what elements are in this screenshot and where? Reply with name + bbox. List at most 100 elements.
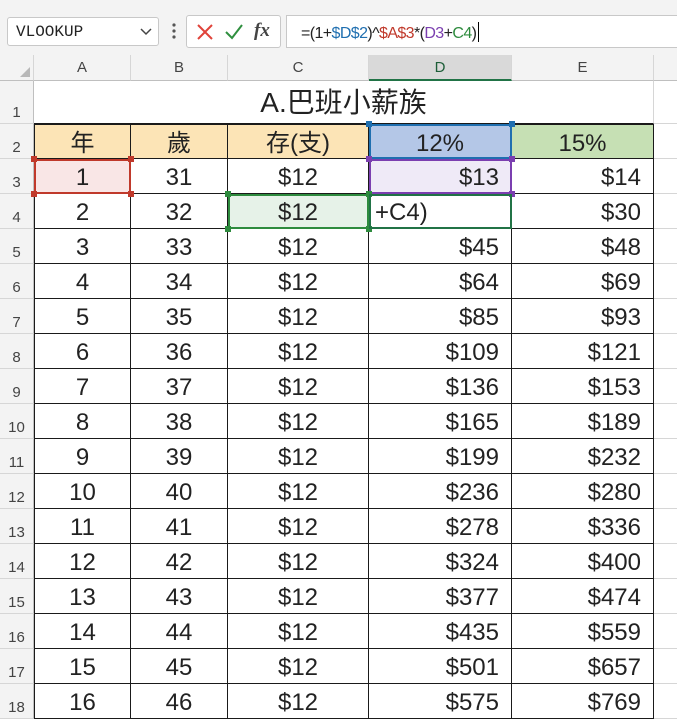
x-icon[interactable]: [195, 22, 215, 42]
cell-e4[interactable]: $30: [512, 194, 654, 229]
select-all-corner[interactable]: [0, 55, 34, 81]
row-header-6[interactable]: 6: [0, 264, 34, 299]
cell-a18[interactable]: 16: [34, 684, 131, 719]
cell-e15[interactable]: $474: [512, 579, 654, 614]
cell-b14[interactable]: 42: [131, 544, 228, 579]
row-header-2[interactable]: 2: [0, 124, 34, 159]
cell-c4[interactable]: $12: [228, 194, 369, 229]
cell-e7[interactable]: $93: [512, 299, 654, 334]
cell-e14[interactable]: $400: [512, 544, 654, 579]
cell-e2[interactable]: 15%: [512, 124, 654, 159]
cell-b6[interactable]: 34: [131, 264, 228, 299]
cell-c6[interactable]: $12: [228, 264, 369, 299]
cell-b13[interactable]: 41: [131, 509, 228, 544]
cell-c7[interactable]: $12: [228, 299, 369, 334]
cell-c15[interactable]: $12: [228, 579, 369, 614]
check-icon[interactable]: [224, 22, 244, 42]
row-header-17[interactable]: 17: [0, 649, 34, 684]
cell-d14[interactable]: $324: [369, 544, 512, 579]
grid-cell-f[interactable]: [654, 194, 677, 229]
grid-cell-f[interactable]: [654, 404, 677, 439]
resize-handle[interactable]: [366, 191, 372, 197]
row-header-14[interactable]: 14: [0, 544, 34, 579]
row-header-10[interactable]: 10: [0, 404, 34, 439]
row-header-16[interactable]: 16: [0, 614, 34, 649]
formula-input[interactable]: =(1+$D$2)^$A$3*(D3+C4): [286, 15, 677, 48]
grid-cell-f[interactable]: [654, 369, 677, 404]
resize-handle[interactable]: [128, 156, 134, 162]
cell-a9[interactable]: 7: [34, 369, 131, 404]
resize-handle[interactable]: [509, 156, 515, 162]
resize-handle[interactable]: [366, 156, 372, 162]
cell-c18[interactable]: $12: [228, 684, 369, 719]
row-header-18[interactable]: 18: [0, 684, 34, 719]
grid-cell-f[interactable]: [654, 299, 677, 334]
cell-d7[interactable]: $85: [369, 299, 512, 334]
row-header-12[interactable]: 12: [0, 474, 34, 509]
grid-cell-f[interactable]: [654, 544, 677, 579]
cell-a2[interactable]: 年: [34, 124, 131, 159]
cell-b3[interactable]: 31: [131, 159, 228, 194]
cell-c13[interactable]: $12: [228, 509, 369, 544]
cell-a14[interactable]: 12: [34, 544, 131, 579]
cell-e18[interactable]: $769: [512, 684, 654, 719]
cell-a11[interactable]: 9: [34, 439, 131, 474]
column-header-f[interactable]: [654, 55, 677, 81]
cell-b16[interactable]: 44: [131, 614, 228, 649]
cell-b11[interactable]: 39: [131, 439, 228, 474]
cell-d11[interactable]: $199: [369, 439, 512, 474]
grid-cell-f[interactable]: [654, 614, 677, 649]
row-header-11[interactable]: 11: [0, 439, 34, 474]
grid-cell-f[interactable]: [654, 439, 677, 474]
cell-a12[interactable]: 10: [34, 474, 131, 509]
cell-d17[interactable]: $501: [369, 649, 512, 684]
cell-e13[interactable]: $336: [512, 509, 654, 544]
cell-e12[interactable]: $280: [512, 474, 654, 509]
row-header-4[interactable]: 4: [0, 194, 34, 229]
resize-handle[interactable]: [31, 156, 37, 162]
more-options-icon[interactable]: [170, 20, 178, 42]
column-header-b[interactable]: B: [131, 55, 228, 81]
column-header-a[interactable]: A: [34, 55, 131, 81]
grid-cell-f[interactable]: [654, 684, 677, 719]
cell-b4[interactable]: 32: [131, 194, 228, 229]
insert-function-button[interactable]: fx: [254, 20, 270, 42]
cell-b2[interactable]: 歲: [131, 124, 228, 159]
resize-handle[interactable]: [509, 191, 515, 197]
cell-b7[interactable]: 35: [131, 299, 228, 334]
grid-cell-f[interactable]: [654, 124, 677, 159]
cell-c10[interactable]: $12: [228, 404, 369, 439]
cell-d15[interactable]: $377: [369, 579, 512, 614]
cell-a10[interactable]: 8: [34, 404, 131, 439]
cell-c14[interactable]: $12: [228, 544, 369, 579]
cell-c9[interactable]: $12: [228, 369, 369, 404]
resize-handle[interactable]: [509, 121, 515, 127]
resize-handle[interactable]: [366, 226, 372, 232]
cell-e8[interactable]: $121: [512, 334, 654, 369]
grid-cell-f[interactable]: [654, 509, 677, 544]
cell-d8[interactable]: $109: [369, 334, 512, 369]
row-header-3[interactable]: 3: [0, 159, 34, 194]
cell-a4[interactable]: 2: [34, 194, 131, 229]
column-header-c[interactable]: C: [228, 55, 369, 81]
resize-handle[interactable]: [225, 191, 231, 197]
cell-d4[interactable]: +C4): [369, 194, 512, 229]
resize-handle[interactable]: [225, 226, 231, 232]
cell-c17[interactable]: $12: [228, 649, 369, 684]
cell-e17[interactable]: $657: [512, 649, 654, 684]
sheet-title-cell[interactable]: A.巴班小薪族: [34, 81, 654, 124]
row-header-15[interactable]: 15: [0, 579, 34, 614]
cell-c5[interactable]: $12: [228, 229, 369, 264]
row-header-1[interactable]: 1: [0, 81, 34, 124]
cell-b12[interactable]: 40: [131, 474, 228, 509]
row-header-5[interactable]: 5: [0, 229, 34, 264]
cell-c16[interactable]: $12: [228, 614, 369, 649]
cell-d10[interactable]: $165: [369, 404, 512, 439]
cell-e6[interactable]: $69: [512, 264, 654, 299]
cell-e5[interactable]: $48: [512, 229, 654, 264]
cell-d16[interactable]: $435: [369, 614, 512, 649]
cell-e9[interactable]: $153: [512, 369, 654, 404]
row-header-9[interactable]: 9: [0, 369, 34, 404]
grid-cell-f[interactable]: [654, 159, 677, 194]
resize-handle[interactable]: [366, 121, 372, 127]
